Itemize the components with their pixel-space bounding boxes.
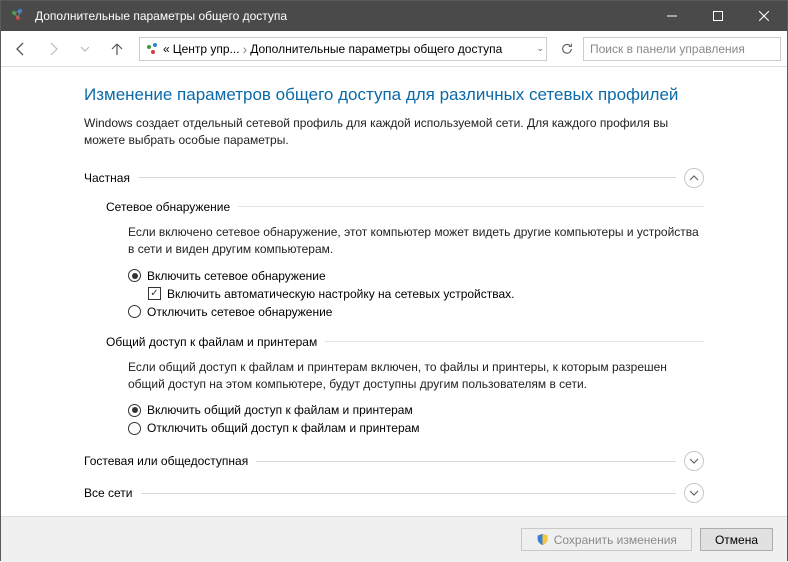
divider [141,493,677,494]
checkbox-nd-auto[interactable]: Включить автоматическую настройку на сет… [128,287,704,301]
shield-icon [536,533,549,546]
location-icon [144,41,160,57]
profile-all-header[interactable]: Все сети [84,483,704,503]
option-label: Включить сетевое обнаружение [147,269,326,283]
search-input[interactable]: Поиск в панели управления [583,37,781,61]
divider [256,461,676,462]
option-label: Включить общий доступ к файлам и принтер… [147,403,413,417]
profile-label: Все сети [84,486,133,500]
address-bar[interactable]: « Центр упр... › Дополнительные параметр… [139,37,547,61]
navbar: « Центр упр... › Дополнительные параметр… [1,31,787,67]
radio-fs-off[interactable]: Отключить общий доступ к файлам и принте… [128,421,704,435]
profile-private-header[interactable]: Частная [84,168,704,188]
recent-dropdown[interactable] [71,35,99,63]
radio-icon [128,305,141,318]
checkbox-icon [148,287,161,300]
button-label: Сохранить изменения [554,533,677,547]
refresh-button[interactable] [555,37,579,61]
radio-icon [128,404,141,417]
up-button[interactable] [103,35,131,63]
minimize-button[interactable] [649,1,695,31]
button-label: Отмена [715,533,758,547]
option-label: Включить автоматическую настройку на сет… [167,287,515,301]
radio-nd-on[interactable]: Включить сетевое обнаружение [128,269,704,283]
maximize-button[interactable] [695,1,741,31]
page-subtext: Windows создает отдельный сетевой профил… [84,115,704,150]
app-icon [9,7,27,25]
address-dropdown-icon[interactable]: ⌄ [536,43,544,54]
divider [325,341,704,342]
forward-button[interactable] [39,35,67,63]
divider [138,177,676,178]
section-network-discovery: Сетевое обнаружение Если включено сетево… [84,200,704,319]
section-title: Сетевое обнаружение [106,200,230,214]
breadcrumb-item[interactable]: Центр упр... [173,42,240,56]
profile-label: Частная [84,171,130,185]
divider [238,206,704,207]
close-button[interactable] [741,1,787,31]
content-area: Изменение параметров общего доступа для … [1,67,787,516]
radio-fs-on[interactable]: Включить общий доступ к файлам и принтер… [128,403,704,417]
back-button[interactable] [7,35,35,63]
chevron-down-icon [684,483,704,503]
chevron-up-icon [684,168,704,188]
footer: Сохранить изменения Отмена [1,516,787,562]
section-title: Общий доступ к файлам и принтерам [106,335,317,349]
section-desc: Если включено сетевое обнаружение, этот … [106,224,704,259]
option-label: Отключить сетевое обнаружение [147,305,332,319]
option-label: Отключить общий доступ к файлам и принте… [147,421,420,435]
radio-icon [128,269,141,282]
radio-nd-off[interactable]: Отключить сетевое обнаружение [128,305,704,319]
section-file-sharing: Общий доступ к файлам и принтерам Если о… [84,335,704,436]
profile-guest-header[interactable]: Гостевая или общедоступная [84,451,704,471]
window-title: Дополнительные параметры общего доступа [35,9,649,23]
breadcrumb-item[interactable]: Дополнительные параметры общего доступа [250,42,502,56]
page-heading: Изменение параметров общего доступа для … [84,85,704,105]
cancel-button[interactable]: Отмена [700,528,773,551]
search-placeholder: Поиск в панели управления [590,42,745,56]
breadcrumb-prefix: « [163,42,170,56]
save-button[interactable]: Сохранить изменения [521,528,692,551]
radio-icon [128,422,141,435]
section-desc: Если общий доступ к файлам и принтерам в… [106,359,704,394]
titlebar: Дополнительные параметры общего доступа [1,1,787,31]
profile-label: Гостевая или общедоступная [84,454,248,468]
chevron-right-icon: › [243,41,248,57]
chevron-down-icon [684,451,704,471]
